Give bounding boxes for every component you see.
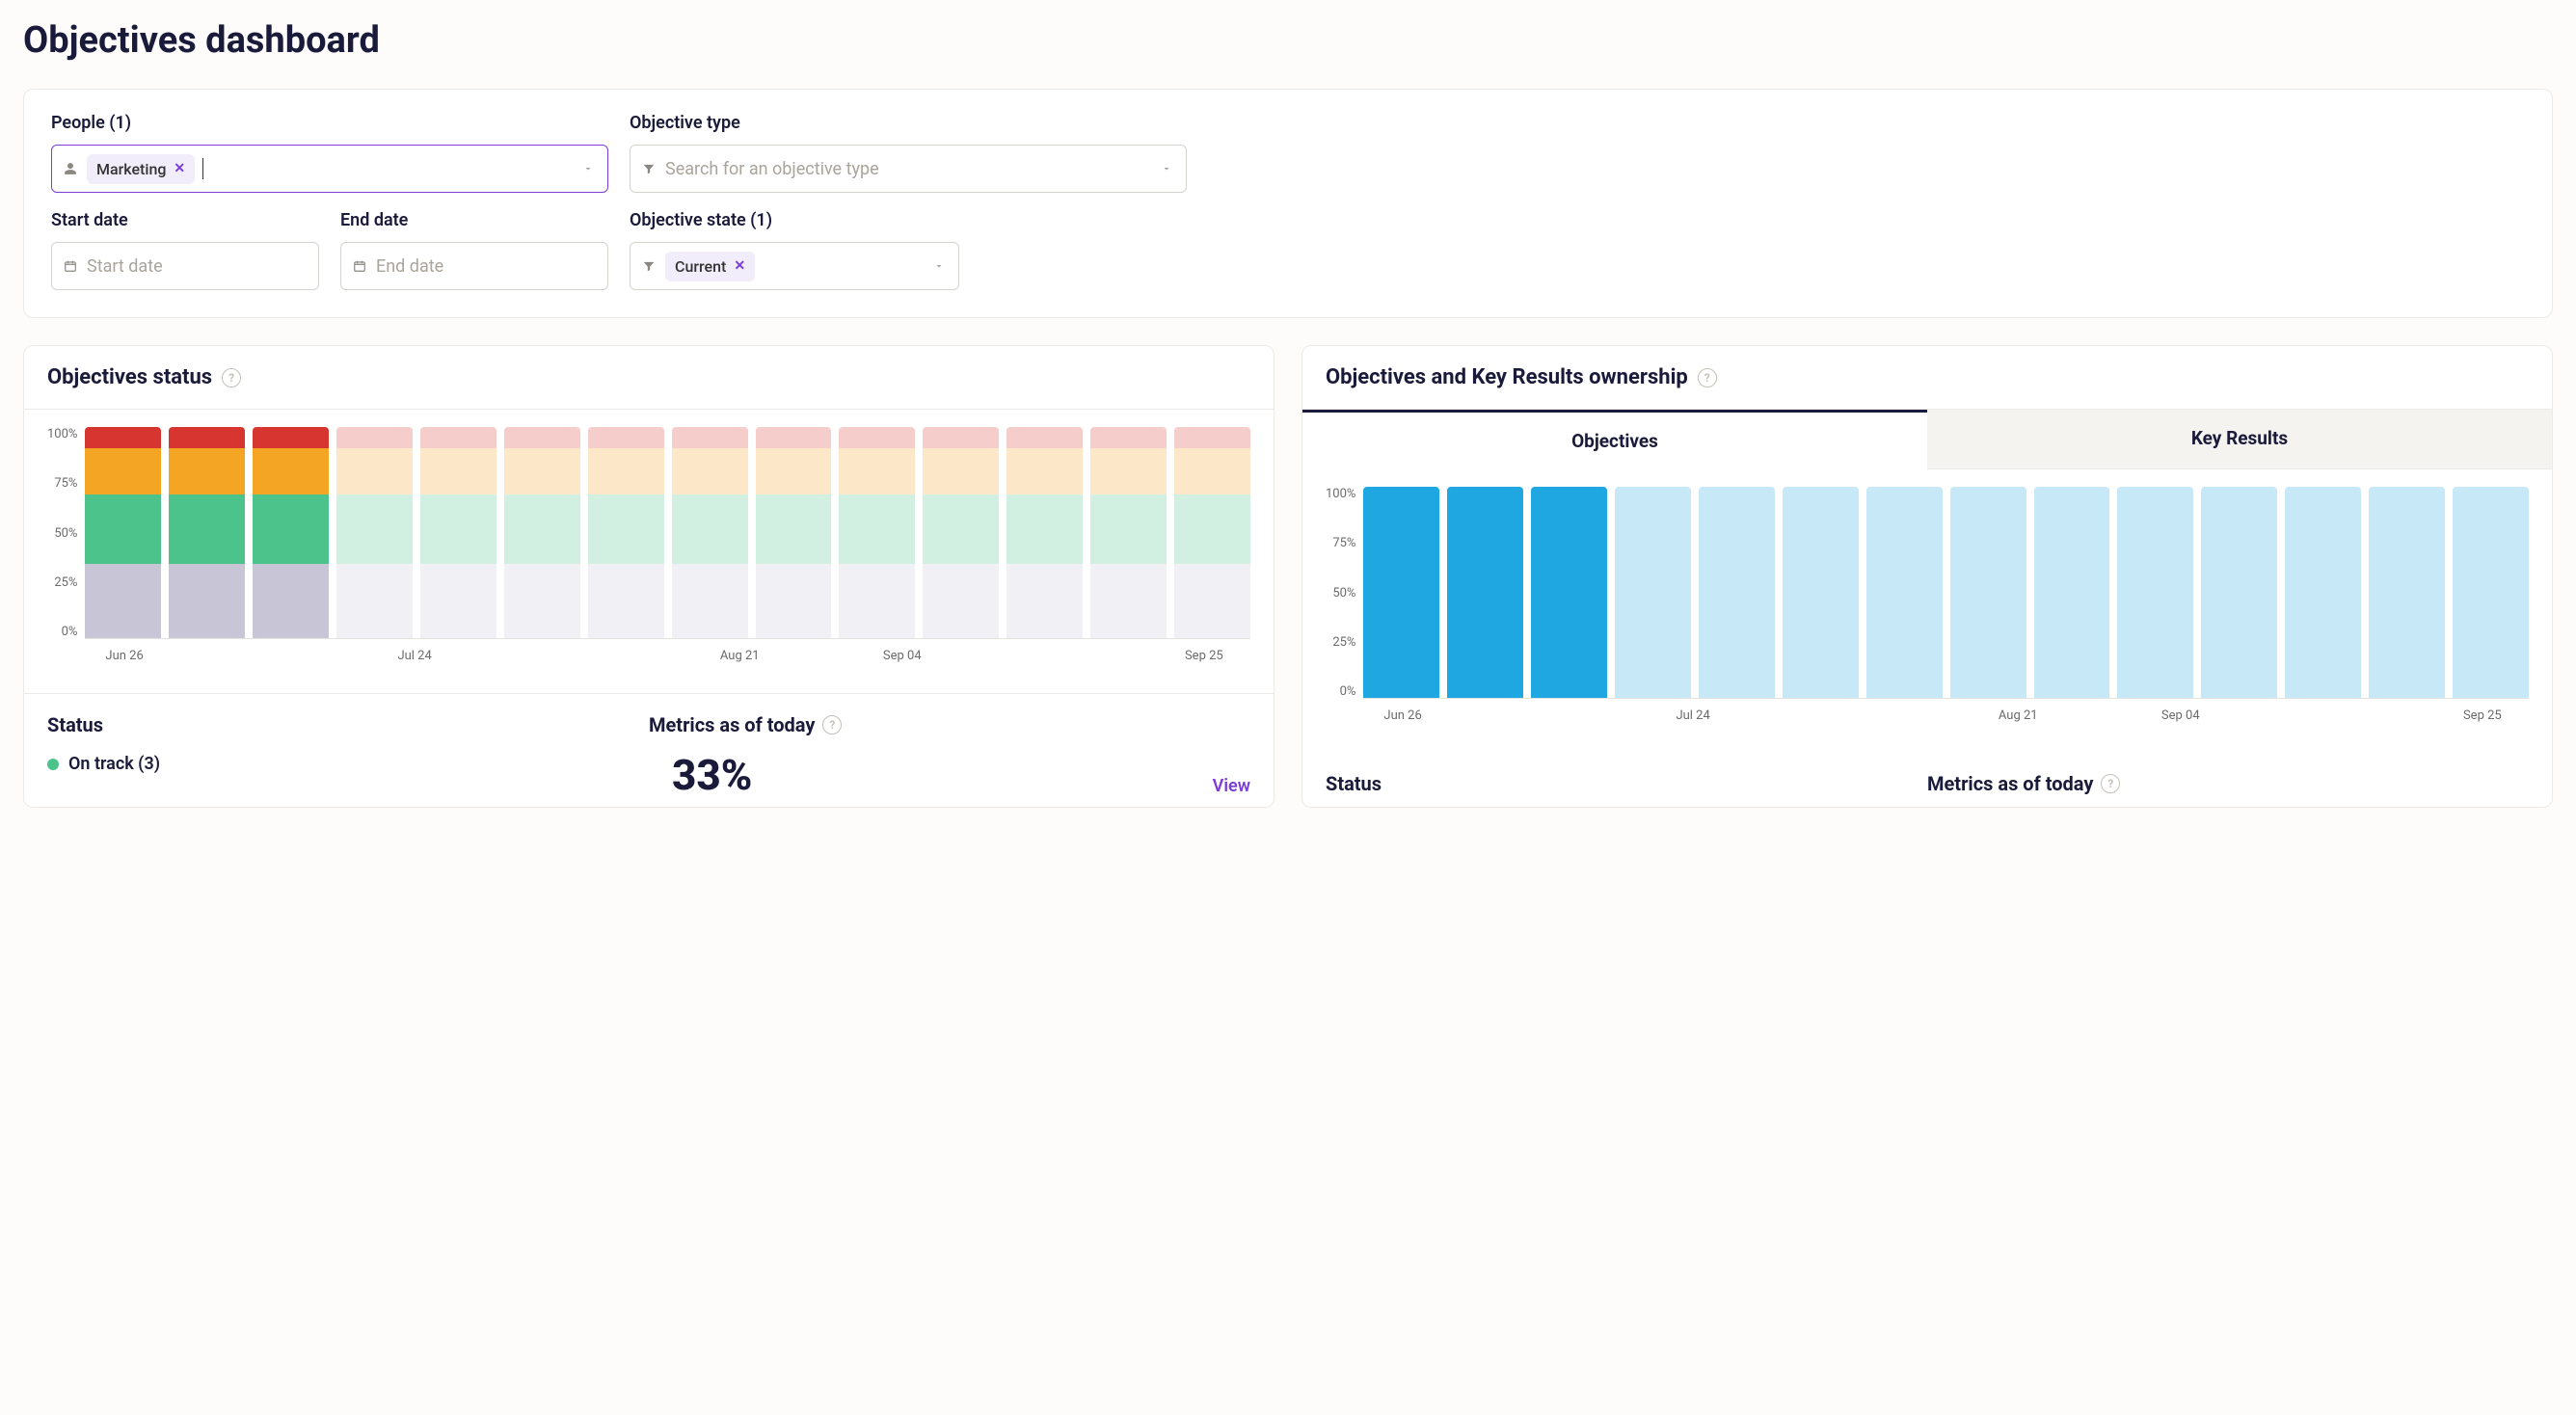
people-select[interactable]: Marketing ✕	[51, 145, 608, 193]
chip-remove-icon[interactable]: ✕	[174, 161, 185, 176]
bar-column	[1615, 487, 1691, 698]
chip-label: Marketing	[96, 160, 166, 178]
chevron-down-icon[interactable]	[582, 163, 594, 174]
bar-column	[1950, 487, 2026, 698]
bar-column	[504, 427, 580, 638]
bar-column	[2285, 487, 2361, 698]
bar-column	[756, 427, 832, 638]
text-cursor	[202, 158, 203, 179]
bar-column	[839, 427, 915, 638]
bar-column	[2117, 487, 2193, 698]
help-icon[interactable]: ?	[1698, 368, 1717, 387]
placeholder-text: End date	[376, 256, 443, 277]
filter-label-people: People (1)	[51, 113, 608, 133]
bar-column	[253, 427, 329, 638]
panel-title: Objectives and Key Results ownership	[1326, 365, 1688, 389]
page-title: Objectives dashboard	[23, 19, 2553, 62]
legend-dot-icon	[47, 759, 59, 770]
chevron-down-icon[interactable]	[933, 260, 945, 272]
panel-objectives-status: Objectives status ? 100%75%50%25%0% Jun …	[23, 345, 1275, 808]
bar-column	[1531, 487, 1607, 698]
placeholder-text: Start date	[87, 256, 163, 277]
filter-icon	[642, 162, 656, 175]
chevron-down-icon[interactable]	[1161, 163, 1172, 174]
filter-label-start-date: Start date	[51, 210, 319, 230]
status-heading: Status	[1326, 772, 1927, 795]
view-link[interactable]: View	[1213, 776, 1250, 796]
help-icon[interactable]: ?	[2101, 774, 2120, 793]
bar-column	[1174, 427, 1250, 638]
filter-label-end-date: End date	[340, 210, 608, 230]
help-icon[interactable]: ?	[822, 715, 842, 734]
bar-column	[2453, 487, 2529, 698]
start-date-input[interactable]: Start date	[51, 242, 319, 290]
status-heading: Status	[47, 713, 649, 736]
bar-column	[1363, 487, 1439, 698]
person-icon	[64, 162, 77, 175]
x-axis: Jun 26Jul 24Aug 21Sep 04Sep 25	[1368, 708, 2529, 726]
tab-key-results[interactable]: Key Results	[1927, 410, 2552, 469]
chip-people[interactable]: Marketing ✕	[87, 154, 195, 184]
bar-column	[85, 427, 161, 638]
chip-label: Current	[675, 257, 726, 276]
bar-column	[923, 427, 999, 638]
help-icon[interactable]: ?	[222, 368, 241, 387]
calendar-icon	[64, 259, 77, 273]
metrics-heading: Metrics as of today ?	[1927, 772, 2529, 795]
metric-percentage: 33%	[649, 750, 1274, 800]
objective-state-select[interactable]: Current ✕	[630, 242, 959, 290]
calendar-icon	[353, 259, 366, 273]
bar-column	[2034, 487, 2110, 698]
bar-column	[336, 427, 413, 638]
tab-objectives[interactable]: Objectives	[1302, 410, 1927, 469]
bar-column	[672, 427, 748, 638]
filter-label-objective-type: Objective type	[630, 113, 1187, 133]
legend-label: On track (3)	[68, 754, 160, 774]
y-axis: 100%75%50%25%0%	[1326, 487, 1363, 699]
filter-icon	[642, 259, 656, 273]
filters-card: People (1) Marketing ✕ Objective type	[23, 89, 2553, 318]
panel-title: Objectives status	[47, 365, 212, 389]
tabs: Objectives Key Results	[1302, 410, 2552, 469]
chart-bars	[1363, 487, 2529, 699]
chip-state[interactable]: Current ✕	[665, 252, 755, 281]
bar-column	[1006, 427, 1083, 638]
bar-column	[169, 427, 245, 638]
x-axis: Jun 26Jul 24Aug 21Sep 04Sep 25	[90, 649, 1250, 666]
objective-type-select[interactable]: Search for an objective type	[630, 145, 1187, 193]
legend-item-on-track: On track (3)	[47, 754, 626, 774]
y-axis: 100%75%50%25%0%	[47, 427, 85, 639]
bar-column	[1699, 487, 1775, 698]
filter-label-objective-state: Objective state (1)	[630, 210, 959, 230]
panel-ownership: Objectives and Key Results ownership ? O…	[1301, 345, 2553, 808]
bar-column	[2369, 487, 2445, 698]
bar-column	[1783, 487, 1859, 698]
bar-column	[1447, 487, 1523, 698]
bar-column	[588, 427, 664, 638]
bar-column	[1090, 427, 1167, 638]
placeholder-text: Search for an objective type	[665, 159, 879, 179]
bar-column	[1866, 487, 1943, 698]
chip-remove-icon[interactable]: ✕	[734, 258, 745, 274]
chart-bars	[85, 427, 1250, 639]
bar-column	[2201, 487, 2277, 698]
metrics-heading: Metrics as of today ?	[649, 713, 1250, 736]
end-date-input[interactable]: End date	[340, 242, 608, 290]
bar-column	[420, 427, 496, 638]
